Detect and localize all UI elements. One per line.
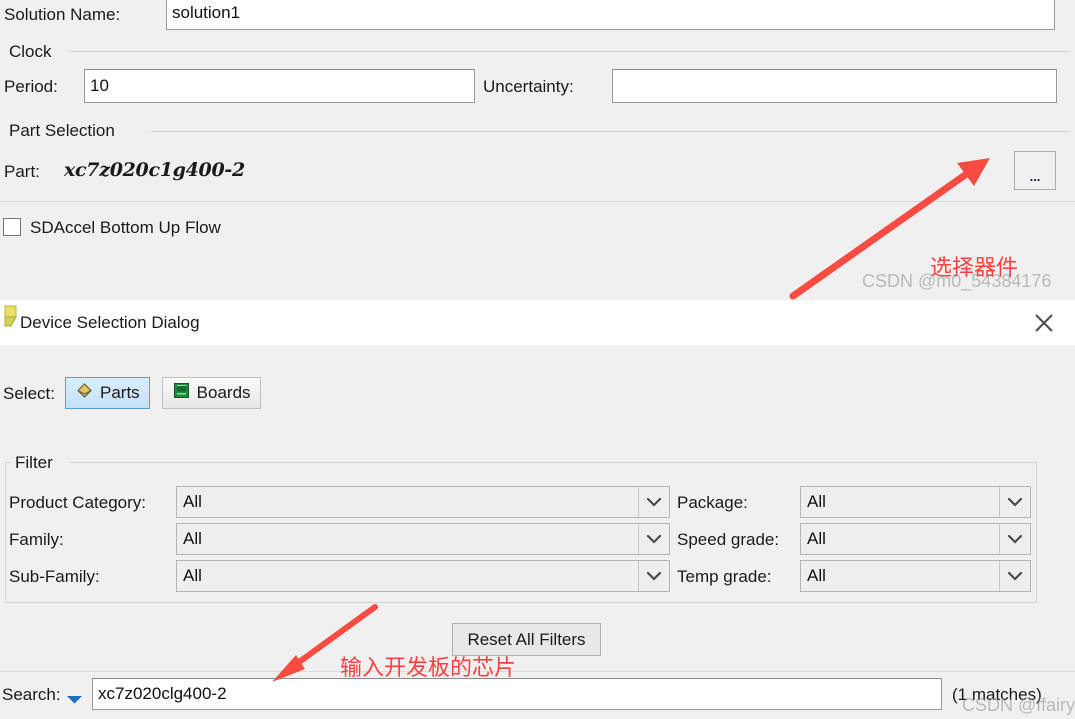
dialog-bottom-divider bbox=[0, 671, 1075, 672]
solution-configuration-panel: Solution Name: solution1 Clock Period: 1… bbox=[0, 0, 1075, 300]
part-selection-group-divider bbox=[151, 131, 1070, 132]
reset-all-filters-label: Reset All Filters bbox=[467, 629, 586, 649]
dialog-title: Device Selection Dialog bbox=[20, 312, 200, 332]
search-label: Search: bbox=[2, 685, 61, 704]
filter-groupbox bbox=[5, 462, 1037, 603]
sdaccel-bottom-up-flow-checkbox-row[interactable]: SDAccel Bottom Up Flow bbox=[3, 218, 221, 236]
sdaccel-checkbox[interactable] bbox=[3, 218, 21, 236]
dialog-titlebar: Device Selection Dialog bbox=[0, 300, 1075, 345]
annotation-enter-chip-text: 输入开发板的芯片 bbox=[340, 656, 517, 681]
search-dropdown-icon[interactable] bbox=[66, 692, 83, 710]
uncertainty-input[interactable] bbox=[612, 69, 1057, 103]
sdaccel-checkbox-label: SDAccel Bottom Up Flow bbox=[30, 217, 221, 237]
boards-button-label: Boards bbox=[196, 383, 251, 402]
uncertainty-label: Uncertainty: bbox=[483, 77, 574, 96]
solution-name-input[interactable]: solution1 bbox=[166, 0, 1055, 30]
watermark-top: CSDN @m0_54384176 bbox=[862, 271, 1052, 291]
vivado-app-icon bbox=[2, 304, 24, 330]
boards-toggle-button[interactable]: Boards bbox=[161, 377, 261, 409]
period-label: Period: bbox=[4, 77, 58, 96]
panel-divider bbox=[0, 201, 1075, 202]
part-label: Part: bbox=[4, 162, 40, 181]
clock-group-title: Clock bbox=[5, 42, 56, 62]
parts-toggle-button[interactable]: Parts bbox=[64, 377, 150, 409]
clock-group-divider bbox=[68, 51, 1070, 52]
parts-button-label: Parts bbox=[99, 383, 140, 402]
screen: Solution Name: solution1 Clock Period: 1… bbox=[0, 0, 1075, 719]
solution-name-label: Solution Name: bbox=[4, 5, 121, 24]
period-input[interactable]: 10 bbox=[84, 69, 475, 103]
filter-group-divider bbox=[70, 462, 1037, 463]
watermark-bottom: CSDN @ffairyY bbox=[962, 695, 1075, 715]
close-icon[interactable] bbox=[1031, 310, 1057, 336]
select-mode-row: Select: Parts Boards bbox=[0, 377, 261, 409]
select-label: Select: bbox=[3, 383, 55, 403]
part-selection-group-title: Part Selection bbox=[5, 121, 119, 141]
boards-icon bbox=[172, 381, 191, 405]
part-value: xc7z020c1g400-2 bbox=[64, 159, 245, 181]
filter-group-title: Filter bbox=[11, 453, 57, 473]
device-selection-dialog: Device Selection Dialog Select: Parts Bo… bbox=[0, 300, 1075, 719]
search-input[interactable]: xc7z020clg400-2 bbox=[92, 678, 942, 710]
browse-part-button[interactable]: ... bbox=[1014, 151, 1056, 190]
ellipsis-icon: ... bbox=[1029, 169, 1041, 184]
annotation-arrow-select-device bbox=[789, 158, 990, 300]
parts-icon bbox=[75, 381, 94, 405]
